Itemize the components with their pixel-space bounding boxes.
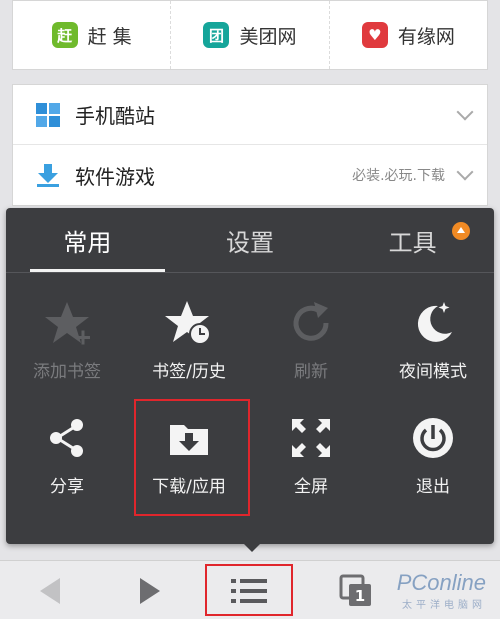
menu-item-bookmarks-history[interactable]: 书签/历史 xyxy=(128,285,250,400)
category-title: 手机酷站 xyxy=(75,104,155,128)
browser-menu-panel: 常用 设置 工具 添加书签 书签/历史 刷新 夜间模式 分享 下载/应用 全屏 … xyxy=(6,208,494,544)
category-title: 软件游戏 xyxy=(75,164,155,189)
tab-label: 常用 xyxy=(63,228,112,257)
bookmark-history-icon xyxy=(163,297,215,349)
quick-sites-card: 赶 赶 集 团 美团网 ♥ 有缘网 xyxy=(12,0,488,70)
menu-item-add-bookmark[interactable]: 添加书签 xyxy=(6,285,128,400)
highlight-box-downloads xyxy=(134,399,250,516)
site-meituan[interactable]: 团 美团网 xyxy=(171,1,330,69)
category-row-software-games[interactable]: 软件游戏 必装.必玩.下载 xyxy=(13,145,487,205)
menu-item-share[interactable]: 分享 xyxy=(6,400,128,515)
meituan-logo-icon: 团 xyxy=(203,22,230,48)
tab-tools[interactable]: 工具 xyxy=(331,208,494,272)
menu-item-label: 刷新 xyxy=(294,362,328,382)
menu-item-night-mode[interactable]: 夜间模式 xyxy=(372,285,494,400)
menu-item-refresh[interactable]: 刷新 xyxy=(250,285,372,400)
menu-pointer xyxy=(242,542,262,552)
menu-item-label: 夜间模式 xyxy=(399,362,467,382)
grid-icon xyxy=(35,102,61,128)
share-icon xyxy=(41,412,93,464)
menu-item-label: 全屏 xyxy=(294,477,328,497)
site-label: 有缘网 xyxy=(397,25,455,48)
category-note: 必装.必玩.下载 xyxy=(352,168,445,184)
tabs-count: 1 xyxy=(355,587,365,605)
menu-item-label: 分享 xyxy=(50,477,84,497)
menu-item-label: 书签/历史 xyxy=(152,362,226,382)
watermark-main: PConline xyxy=(396,570,486,595)
forward-button[interactable] xyxy=(120,561,180,619)
menu-grid: 添加书签 书签/历史 刷新 夜间模式 分享 下载/应用 全屏 退出 xyxy=(6,273,494,515)
category-row-cool-sites[interactable]: 手机酷站 xyxy=(13,85,487,145)
menu-tabs: 常用 设置 工具 xyxy=(6,208,494,272)
menu-item-exit[interactable]: 退出 xyxy=(372,400,494,515)
menu-item-fullscreen[interactable]: 全屏 xyxy=(250,400,372,515)
category-card: 手机酷站 软件游戏 必装.必玩.下载 xyxy=(12,84,488,206)
update-badge-icon xyxy=(452,222,471,240)
add-bookmark-star-icon xyxy=(41,297,93,349)
watermark: PConline 太平洋电脑网 xyxy=(397,570,486,611)
tab-label: 工具 xyxy=(388,228,437,257)
watermark-sub: 太平洋电脑网 xyxy=(402,600,486,611)
forward-arrow-icon xyxy=(140,577,160,604)
download-arrow-icon xyxy=(35,162,61,188)
site-label: 赶 集 xyxy=(87,25,132,48)
power-icon xyxy=(407,412,459,464)
tab-settings[interactable]: 设置 xyxy=(169,208,332,272)
ganji-logo-icon: 赶 xyxy=(51,22,78,48)
site-ganji[interactable]: 赶 赶 集 xyxy=(13,1,172,69)
menu-item-label: 添加书签 xyxy=(33,362,101,382)
tabs-button[interactable]: 1 xyxy=(326,561,386,619)
back-button[interactable] xyxy=(20,561,80,619)
refresh-icon xyxy=(285,297,337,349)
tabs-icon: 1 xyxy=(339,574,371,606)
chevron-down-icon xyxy=(456,163,474,181)
highlight-box-menu xyxy=(205,564,293,616)
tab-common[interactable]: 常用 xyxy=(6,208,169,272)
site-youyuan[interactable]: ♥ 有缘网 xyxy=(330,1,487,69)
back-arrow-icon xyxy=(40,577,60,604)
youyuan-logo-icon: ♥ xyxy=(361,22,388,48)
chevron-down-icon xyxy=(456,103,474,120)
site-label: 美团网 xyxy=(239,25,297,48)
fullscreen-icon xyxy=(285,412,337,464)
tab-label: 设置 xyxy=(226,228,274,257)
menu-item-label: 退出 xyxy=(416,477,450,497)
moon-icon xyxy=(407,297,459,349)
